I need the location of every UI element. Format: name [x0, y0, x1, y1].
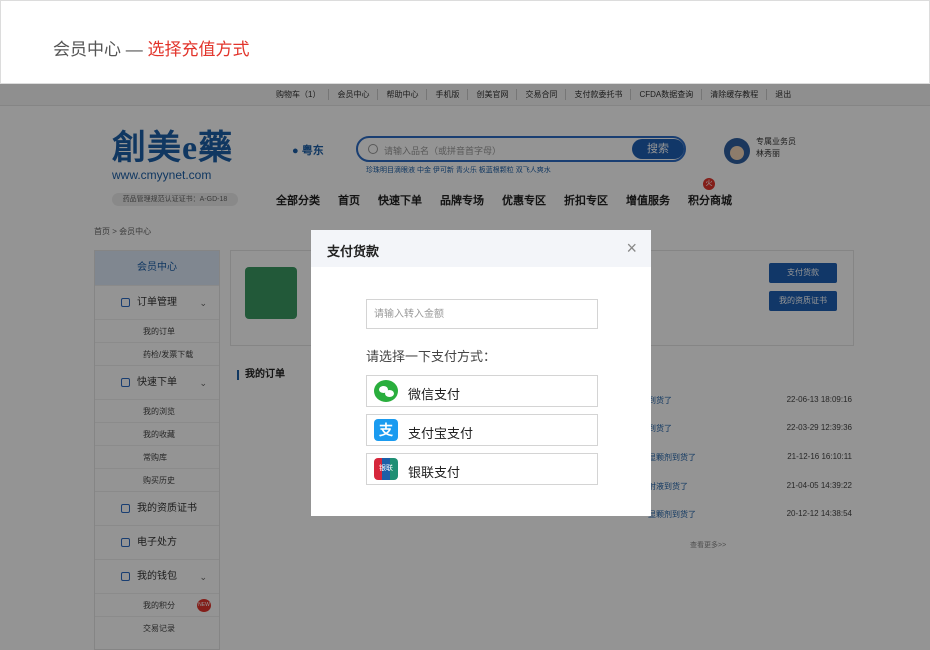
wechat-pay-option[interactable]: 微信支付 — [366, 375, 598, 407]
payment-method-label: 银联支付 — [408, 465, 461, 480]
unionpay-option[interactable]: 银联 银联支付 — [366, 453, 598, 485]
caption-title: 会员中心 — 选择充值方式 — [53, 35, 249, 60]
payment-modal: 支付货款 × 请选择一下支付方式： 微信支付 支 支付宝支付 银联 银联支付 — [311, 230, 651, 516]
alipay-icon: 支 — [374, 419, 398, 441]
modal-header: 支付货款 × — [311, 230, 651, 267]
alipay-option[interactable]: 支 支付宝支付 — [366, 414, 598, 446]
amount-input[interactable] — [366, 299, 598, 329]
modal-title: 支付货款 — [327, 244, 380, 259]
caption-highlight: 选择充值方式 — [147, 40, 250, 59]
close-icon[interactable]: × — [626, 237, 637, 259]
caption-prefix: 会员中心 — — [53, 40, 148, 59]
payment-method-label: 支付宝支付 — [408, 426, 474, 441]
wechat-pay-icon — [374, 380, 398, 402]
payment-method-label: 微信支付 — [408, 387, 461, 402]
caption-bar: 会员中心 — 选择充值方式 — [0, 0, 930, 84]
payment-method-prompt: 请选择一下支付方式： — [366, 349, 497, 364]
unionpay-icon: 银联 — [374, 458, 398, 480]
